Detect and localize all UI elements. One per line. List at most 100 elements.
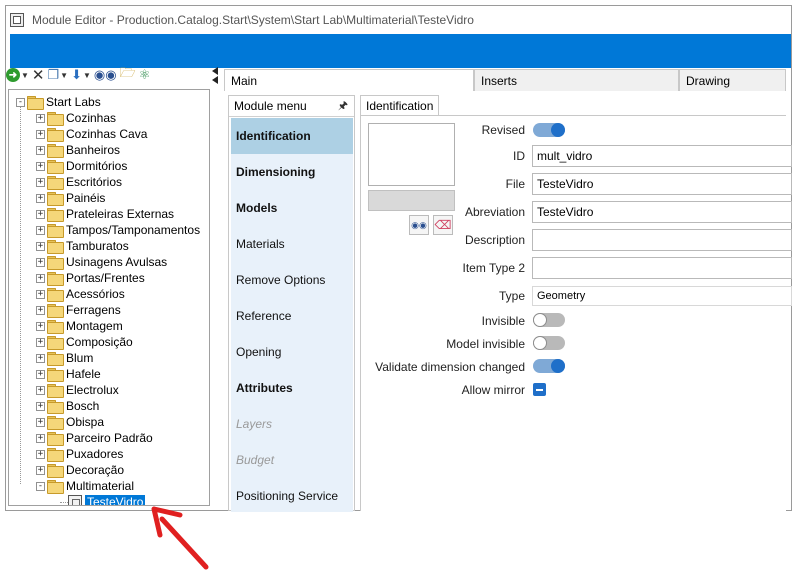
tree-item[interactable]: - Multimaterial (36, 478, 134, 494)
expand-icon[interactable]: + (36, 369, 45, 379)
folder-icon (47, 336, 64, 350)
tree-item[interactable]: + Blum (36, 350, 93, 366)
expand-icon[interactable]: + (36, 305, 45, 315)
tree-item[interactable]: + Painéis (36, 190, 105, 206)
tree-item[interactable]: + Decoração (36, 462, 124, 478)
menu-item-positioning-service[interactable]: Positioning Service (231, 478, 353, 514)
network-icon: ⚛ (138, 67, 151, 82)
expand-icon[interactable]: + (36, 225, 45, 235)
revised-toggle[interactable] (533, 123, 565, 137)
tree-item-label: Acessórios (66, 287, 125, 301)
type-select[interactable]: Geometry (532, 286, 792, 306)
menu-item-remove-options[interactable]: Remove Options (231, 262, 353, 298)
tree-item[interactable]: + Tamburatos (36, 238, 129, 254)
tree-item[interactable]: + Usinagens Avulsas (36, 254, 167, 270)
expand-icon[interactable]: + (36, 289, 45, 299)
menu-item-reference[interactable]: Reference (231, 298, 353, 334)
tree-item[interactable]: + Hafele (36, 366, 101, 382)
expand-icon[interactable]: + (36, 129, 45, 139)
expand-icon[interactable]: + (36, 321, 45, 331)
expand-icon[interactable]: + (36, 273, 45, 283)
expand-icon[interactable]: + (36, 161, 45, 171)
description-field[interactable] (532, 229, 792, 251)
expand-icon[interactable]: + (36, 177, 45, 187)
file-field[interactable]: TesteVidro (532, 173, 792, 195)
tree-item[interactable]: + Electrolux (36, 382, 119, 398)
item-type2-field[interactable] (532, 257, 792, 279)
tree-item-label: Dormitórios (66, 159, 128, 173)
validate-dimension-toggle[interactable] (533, 359, 565, 373)
tree-item[interactable]: + Bosch (36, 398, 99, 414)
file-value: TesteVidro (537, 177, 594, 191)
module-menu-header: Module menu 🖈 (229, 96, 354, 117)
folder-search-button[interactable]: 🗁 (120, 65, 136, 84)
expand-icon[interactable]: + (36, 257, 45, 267)
tree-item[interactable]: + Acessórios (36, 286, 125, 302)
tree-item-label: Puxadores (66, 447, 124, 461)
menu-item-layers[interactable]: Layers (231, 406, 353, 442)
menu-item-attributes[interactable]: Attributes (231, 370, 353, 406)
expand-icon[interactable]: + (36, 337, 45, 347)
allow-mirror-checkbox[interactable] (533, 383, 546, 396)
go-button[interactable]: ➜ ▼ (6, 66, 29, 84)
invisible-toggle[interactable] (533, 313, 565, 327)
expand-icon[interactable]: + (36, 417, 45, 427)
erase-image-button[interactable]: ⌫ (433, 215, 453, 235)
tree-item[interactable]: + Obispa (36, 414, 104, 430)
tree-item[interactable]: + Parceiro Padrão (36, 430, 153, 446)
tab-inserts[interactable]: Inserts (474, 69, 679, 91)
collapse-icon[interactable]: - (36, 481, 45, 491)
tree-item[interactable]: + Prateleiras Externas (36, 206, 174, 222)
tree-item[interactable]: + Montagem (36, 318, 123, 334)
find-image-button[interactable]: ◉◉ (409, 215, 429, 235)
tree-item[interactable]: + Tampos/Tamponamentos (36, 222, 200, 238)
tree-item-label: Hafele (66, 367, 101, 381)
tree-item[interactable]: + Cozinhas (36, 110, 116, 126)
tab-drawing[interactable]: Drawing (679, 69, 786, 91)
expand-icon[interactable]: + (36, 353, 45, 363)
expand-icon[interactable]: + (36, 145, 45, 155)
menu-item-opening[interactable]: Opening (231, 334, 353, 370)
expand-icon[interactable]: + (36, 241, 45, 251)
network-button[interactable]: ⚛ (139, 66, 151, 84)
tree-item[interactable]: + Ferragens (36, 302, 121, 318)
copy-button[interactable]: ❐ ▼ (48, 66, 69, 84)
tree-item[interactable]: + Dormitórios (36, 158, 127, 174)
expand-icon[interactable]: + (36, 113, 45, 123)
find-button[interactable]: ◉◉ (94, 66, 117, 84)
menu-item-budget[interactable]: Budget (231, 442, 353, 478)
tree-item-selected[interactable]: TesteVidro (60, 494, 146, 505)
type-value: Geometry (537, 290, 586, 302)
move-down-button[interactable]: ⬇ ▼ (71, 66, 91, 84)
tree-item[interactable]: + Composição (36, 334, 133, 350)
model-invisible-toggle[interactable] (533, 336, 565, 350)
tab-main[interactable]: Main (224, 69, 474, 91)
tree-item[interactable]: + Portas/Frentes (36, 270, 145, 286)
menu-item-materials[interactable]: Materials (231, 226, 353, 262)
tree-item[interactable]: + Escritórios (36, 174, 122, 190)
expand-icon[interactable]: + (36, 209, 45, 219)
id-field[interactable]: mult_vidro (532, 145, 792, 167)
expand-icon[interactable]: + (36, 449, 45, 459)
menu-item-identification[interactable]: Identification (231, 118, 353, 154)
tree-item-root[interactable]: - Start Labs (16, 94, 101, 110)
menu-item-models[interactable]: Models (231, 190, 353, 226)
panel-splitter[interactable] (211, 64, 223, 94)
catalog-tree[interactable]: - Start Labs + Cozinhas + Cozinhas Cava + Banhe… (8, 89, 210, 506)
tree-item[interactable]: + Banheiros (36, 142, 120, 158)
menu-item-dimensioning[interactable]: Dimensioning (231, 154, 353, 190)
tree-item[interactable]: + Puxadores (36, 446, 123, 462)
expand-icon[interactable]: + (36, 433, 45, 443)
tab-identification[interactable]: Identification (360, 95, 440, 116)
tree-item[interactable]: + Cozinhas Cava (36, 126, 147, 142)
collapse-icon[interactable]: - (16, 97, 25, 107)
expand-icon[interactable]: + (36, 401, 45, 411)
pin-icon[interactable]: 🖈 (338, 97, 348, 116)
folder-icon (47, 464, 64, 478)
abreviation-field[interactable]: TesteVidro (532, 201, 792, 223)
delete-button[interactable]: ✕ (32, 66, 45, 84)
thumbnail-caption-bar (368, 190, 455, 211)
expand-icon[interactable]: + (36, 465, 45, 475)
expand-icon[interactable]: + (36, 193, 45, 203)
expand-icon[interactable]: + (36, 385, 45, 395)
